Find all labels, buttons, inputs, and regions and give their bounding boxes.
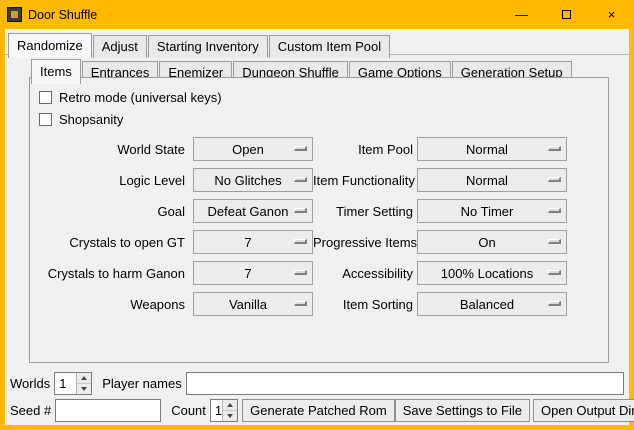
stepper-down-icon[interactable] — [223, 411, 237, 421]
close-button[interactable]: × — [589, 0, 634, 29]
dropdown-indicator-icon — [548, 239, 561, 244]
dropdown-indicator-icon — [294, 239, 307, 244]
settings-row: Crystals to harm Ganon 7 Accessibility 1… — [30, 261, 608, 285]
tab-items[interactable]: Items — [31, 59, 81, 84]
dropdown-indicator-icon — [548, 146, 561, 151]
dropdown-value: On — [478, 235, 505, 250]
label-logic-level: Logic Level — [30, 173, 193, 188]
dropdown-indicator-icon — [294, 146, 307, 151]
player-names-label: Player names — [102, 376, 181, 391]
worlds-label: Worlds — [10, 376, 50, 391]
window-title: Door Shuffle — [28, 8, 97, 22]
dropdown-indicator-icon — [548, 208, 561, 213]
retro-mode-label: Retro mode (universal keys) — [59, 90, 222, 105]
dropdown-value: Defeat Ganon — [208, 204, 299, 219]
dropdown-world-state[interactable]: Open — [193, 137, 313, 161]
dropdown-progressive-items[interactable]: On — [417, 230, 567, 254]
dropdown-value: Open — [232, 142, 274, 157]
open-output-directory-button[interactable]: Open Output Directory — [533, 399, 634, 422]
player-names-input[interactable] — [186, 372, 624, 395]
tab-starting-inventory[interactable]: Starting Inventory — [148, 35, 268, 58]
dropdown-value: Normal — [466, 173, 518, 188]
dropdown-indicator-icon — [294, 270, 307, 275]
outer-tab-bar: Randomize Adjust Starting Inventory Cust… — [8, 33, 391, 58]
dropdown-timer-setting[interactable]: No Timer — [417, 199, 567, 223]
title-bar[interactable]: Door Shuffle — × — [0, 0, 634, 29]
stepper-up-icon[interactable] — [223, 400, 237, 411]
label-item-pool: Item Pool — [313, 142, 417, 157]
count-stepper[interactable]: 1 — [210, 399, 238, 422]
tab-custom-item-pool[interactable]: Custom Item Pool — [269, 35, 390, 58]
dropdown-indicator-icon — [294, 301, 307, 306]
shopsanity-checkbox-box[interactable] — [39, 113, 52, 126]
retro-mode-checkbox-box[interactable] — [39, 91, 52, 104]
worlds-stepper[interactable]: 1 — [54, 372, 92, 395]
app-window: Door Shuffle — × Randomize Adjust Starti… — [0, 0, 634, 430]
settings-row: Logic Level No Glitches Item Functionali… — [30, 168, 608, 192]
dropdown-indicator-icon — [294, 208, 307, 213]
dropdown-value: Normal — [466, 142, 518, 157]
dropdown-weapons[interactable]: Vanilla — [193, 292, 313, 316]
seed-label: Seed # — [10, 403, 51, 418]
dropdown-indicator-icon — [548, 301, 561, 306]
app-icon — [7, 7, 22, 22]
dropdown-value: No Timer — [461, 204, 524, 219]
settings-row: Goal Defeat Ganon Timer Setting No Timer — [30, 199, 608, 223]
dropdown-crystals-harm-ganon[interactable]: 7 — [193, 261, 313, 285]
checkbox-shopsanity[interactable]: Shopsanity — [30, 108, 608, 130]
dropdown-value: 7 — [244, 266, 261, 281]
dropdown-accessibility[interactable]: 100% Locations — [417, 261, 567, 285]
dropdown-goal[interactable]: Defeat Ganon — [193, 199, 313, 223]
dropdown-item-sorting[interactable]: Balanced — [417, 292, 567, 316]
dropdown-logic-level[interactable]: No Glitches — [193, 168, 313, 192]
count-value: 1 — [211, 400, 222, 421]
stepper-up-icon[interactable] — [77, 373, 91, 384]
save-settings-button[interactable]: Save Settings to File — [395, 399, 530, 422]
dropdown-value: Vanilla — [229, 297, 277, 312]
maximize-icon — [562, 10, 571, 19]
label-weapons: Weapons — [30, 297, 193, 312]
label-goal: Goal — [30, 204, 193, 219]
maximize-button[interactable] — [544, 0, 589, 29]
client-area: Randomize Adjust Starting Inventory Cust… — [5, 29, 629, 425]
settings-row: World State Open Item Pool Normal — [30, 137, 608, 161]
seed-input[interactable] — [55, 399, 161, 422]
seed-row: Seed # Count 1 Generate Patched Rom Save… — [5, 399, 629, 422]
checkbox-retro-mode[interactable]: Retro mode (universal keys) — [30, 86, 608, 108]
dropdown-crystals-open-gt[interactable]: 7 — [193, 230, 313, 254]
generate-patched-rom-button[interactable]: Generate Patched Rom — [242, 399, 395, 422]
count-label: Count — [171, 403, 206, 418]
dropdown-item-functionality[interactable]: Normal — [417, 168, 567, 192]
settings-row: Crystals to open GT 7 Progressive Items … — [30, 230, 608, 254]
dropdown-indicator-icon — [548, 177, 561, 182]
stepper-arrows — [222, 400, 237, 421]
shopsanity-label: Shopsanity — [59, 112, 123, 127]
label-progressive-items: Progressive Items — [313, 235, 417, 250]
dropdown-indicator-icon — [548, 270, 561, 275]
minimize-button[interactable]: — — [499, 0, 544, 29]
stepper-arrows — [76, 373, 91, 394]
dropdown-value: Balanced — [460, 297, 524, 312]
dropdown-indicator-icon — [294, 177, 307, 182]
dropdown-item-pool[interactable]: Normal — [417, 137, 567, 161]
label-accessibility: Accessibility — [313, 266, 417, 281]
dropdown-value: 100% Locations — [441, 266, 544, 281]
worlds-row: Worlds 1 Player names — [5, 372, 629, 395]
tab-randomize[interactable]: Randomize — [8, 33, 92, 58]
label-item-functionality: Item Functionality — [313, 173, 417, 188]
label-timer-setting: Timer Setting — [313, 204, 417, 219]
label-crystals-open-gt: Crystals to open GT — [30, 235, 193, 250]
label-item-sorting: Item Sorting — [313, 297, 417, 312]
dropdown-value: No Glitches — [214, 173, 291, 188]
dropdown-value: 7 — [244, 235, 261, 250]
label-world-state: World State — [30, 142, 193, 157]
label-crystals-harm-ganon: Crystals to harm Ganon — [30, 266, 193, 281]
items-tab-pane: Retro mode (universal keys) Shopsanity W… — [29, 77, 609, 363]
stepper-down-icon[interactable] — [77, 384, 91, 394]
tab-adjust[interactable]: Adjust — [93, 35, 147, 58]
settings-row: Weapons Vanilla Item Sorting Balanced — [30, 292, 608, 316]
worlds-value: 1 — [55, 373, 76, 394]
